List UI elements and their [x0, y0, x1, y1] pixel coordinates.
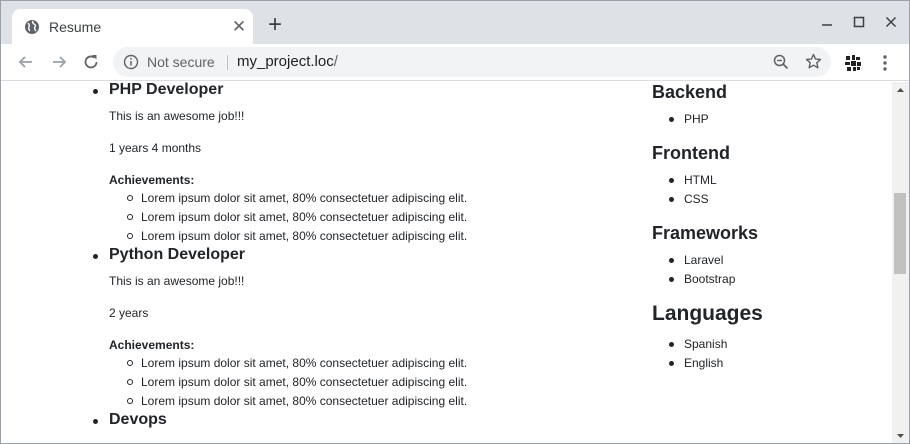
tab-title: Resume: [49, 19, 102, 35]
list-bullet: [127, 379, 133, 385]
job-duration: 2 years: [109, 306, 149, 320]
list-bullet: [669, 117, 674, 122]
browser-window: Resume ✕ + Not secure my_project.loc/ PH…: [0, 0, 910, 444]
list-bullet: [669, 178, 674, 183]
job-title: Python Developer: [109, 246, 246, 263]
info-icon[interactable]: [123, 54, 139, 70]
job-duration: 1 years 4 months: [109, 141, 202, 155]
job-title: Devops: [109, 411, 167, 428]
skill-heading: Languages: [652, 302, 763, 325]
skill-item: Laravel: [684, 253, 724, 267]
list-bullet: [669, 361, 674, 366]
globe-icon: [25, 20, 39, 34]
omnibox-divider: [227, 55, 228, 70]
tab-resume[interactable]: Resume ✕: [12, 9, 253, 44]
job-description: This is an awesome job!!!: [109, 274, 245, 288]
new-tab-button[interactable]: +: [265, 13, 285, 37]
list-bullet: [127, 195, 133, 201]
bookmark-star-icon[interactable]: [805, 53, 822, 70]
achievement-item: Lorem ipsum dolor sit amet, 80% consecte…: [141, 210, 468, 224]
list-bullet: [669, 258, 674, 263]
vertical-scrollbar[interactable]: [892, 82, 909, 444]
skill-item: PHP: [684, 112, 709, 126]
job-description: This is an awesome job!!!: [109, 109, 245, 123]
security-status[interactable]: Not secure: [147, 54, 215, 70]
achievement-item: Lorem ipsum dolor sit amet, 80% consecte…: [141, 356, 468, 370]
skill-item: HTML: [684, 173, 717, 187]
list-bullet: [93, 254, 98, 259]
address-bar[interactable]: Not secure my_project.loc/: [113, 47, 831, 77]
url-host: my_project.loc: [237, 53, 334, 70]
tab-close-icon[interactable]: ✕: [230, 18, 248, 36]
achievement-item: Lorem ipsum dolor sit amet, 80% consecte…: [141, 229, 468, 243]
page-content: PHP Developer This is an awesome job!!! …: [1, 82, 892, 443]
window-close-icon[interactable]: [883, 14, 899, 30]
list-bullet: [127, 360, 133, 366]
back-arrow-icon[interactable]: [16, 52, 36, 72]
skill-item: Spanish: [684, 337, 728, 351]
browser-toolbar: Not secure my_project.loc/: [1, 44, 909, 81]
list-bullet: [127, 398, 133, 404]
achievement-item: Lorem ipsum dolor sit amet, 80% consecte…: [141, 375, 468, 389]
profile-avatar[interactable]: [843, 53, 863, 73]
achievement-item: Lorem ipsum dolor sit amet, 80% consecte…: [141, 394, 468, 408]
minimize-icon[interactable]: [819, 14, 835, 30]
achievement-item: Lorem ipsum dolor sit amet, 80% consecte…: [141, 191, 468, 205]
list-bullet: [669, 342, 674, 347]
list-bullet: [127, 233, 133, 239]
scroll-up-arrow-icon[interactable]: [892, 82, 909, 99]
more-menu-icon[interactable]: [877, 53, 893, 73]
skill-heading: Frontend: [652, 143, 730, 163]
url-text[interactable]: my_project.loc/: [237, 53, 338, 70]
list-bullet: [93, 419, 98, 424]
skill-heading: Frameworks: [652, 223, 759, 243]
skill-item: English: [684, 356, 724, 370]
scroll-down-arrow-icon[interactable]: [892, 427, 909, 444]
forward-arrow-icon[interactable]: [49, 52, 69, 72]
list-bullet: [669, 277, 674, 282]
achievements-label: Achievements:: [109, 338, 195, 352]
scrollbar-thumb[interactable]: [894, 193, 906, 274]
tab-strip: Resume ✕ +: [1, 1, 909, 44]
url-path: /: [333, 53, 338, 70]
list-bullet: [669, 197, 674, 202]
achievements-label: Achievements:: [109, 173, 195, 187]
list-bullet: [93, 89, 98, 94]
skill-item: CSS: [684, 192, 709, 206]
list-bullet: [127, 214, 133, 220]
avatar-icon: [843, 53, 863, 73]
maximize-icon[interactable]: [851, 14, 867, 30]
job-title: PHP Developer: [109, 82, 224, 98]
zoom-out-icon[interactable]: [773, 54, 789, 70]
skill-heading: Backend: [652, 82, 728, 102]
reload-icon[interactable]: [81, 52, 101, 72]
skill-item: Bootstrap: [684, 272, 736, 286]
